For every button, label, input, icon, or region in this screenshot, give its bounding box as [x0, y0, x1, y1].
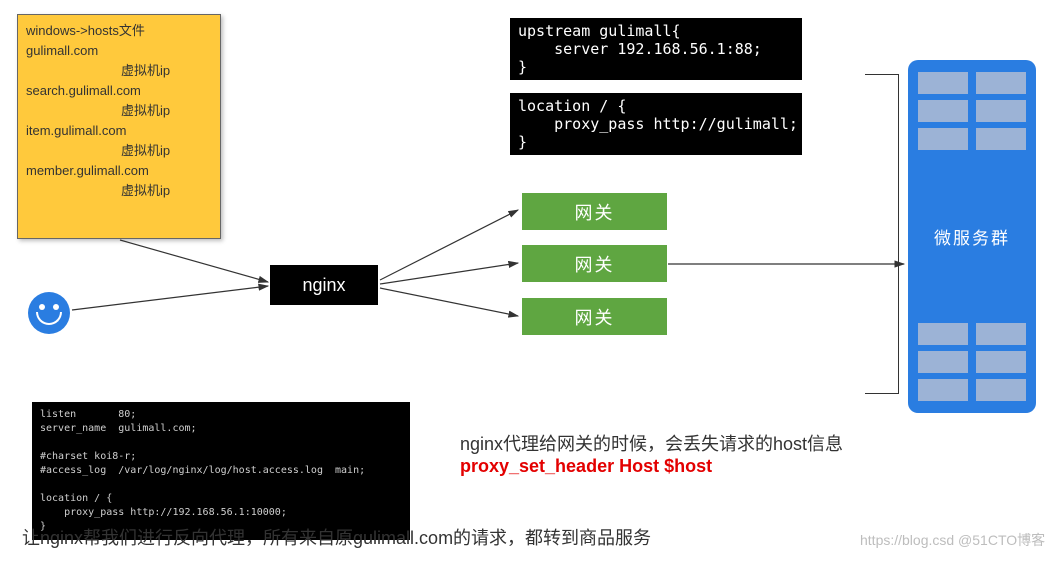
- hosts-title: windows->hosts文件: [26, 21, 212, 41]
- cluster-cells-bottom: [918, 323, 1026, 401]
- service-cell: [918, 72, 968, 94]
- service-cell: [976, 100, 1026, 122]
- nginx-location-code: location / { proxy_pass http://gulimall;…: [510, 93, 802, 155]
- watermark-text: https://blog.csd @51CTO博客: [860, 530, 1045, 550]
- hosts-line: search.gulimall.com: [26, 81, 212, 101]
- microservice-cluster: 微服务群: [908, 60, 1036, 413]
- hosts-line: item.gulimall.com: [26, 121, 212, 141]
- service-cell: [976, 128, 1026, 150]
- service-cell: [918, 323, 968, 345]
- nginx-node: nginx: [270, 265, 378, 305]
- service-cell: [976, 351, 1026, 373]
- cluster-label: 微服务群: [918, 224, 1026, 249]
- to-cluster-bracket: [865, 74, 899, 394]
- service-cell: [918, 379, 968, 401]
- gateway-node-2: 网关: [522, 245, 667, 282]
- service-cell: [976, 323, 1026, 345]
- cluster-cells-top: [918, 72, 1026, 150]
- gateway-node-3: 网关: [522, 298, 667, 335]
- hosts-file-note: windows->hosts文件 gulimall.com 虚拟机ip sear…: [17, 14, 221, 239]
- hosts-line: member.gulimall.com: [26, 161, 212, 181]
- service-cell: [976, 72, 1026, 94]
- hosts-line: gulimall.com: [26, 41, 212, 61]
- hosts-line: 虚拟机ip: [26, 181, 212, 201]
- hosts-line: 虚拟机ip: [26, 61, 212, 81]
- caption-host-loss: nginx代理给网关的时候，会丢失请求的host信息: [460, 430, 843, 456]
- service-cell: [918, 100, 968, 122]
- gateway-node-1: 网关: [522, 193, 667, 230]
- service-cell: [976, 379, 1026, 401]
- nginx-upstream-code: upstream gulimall{ server 192.168.56.1:8…: [510, 18, 802, 80]
- service-cell: [918, 351, 968, 373]
- hosts-line: 虚拟机ip: [26, 141, 212, 161]
- service-cell: [918, 128, 968, 150]
- user-icon: [28, 292, 70, 334]
- caption-bottom: 让nginx帮我们进行反向代理，所有来自原gulimall.com的请求，都转到…: [22, 524, 651, 550]
- caption-proxy-set-header: proxy_set_header Host $host: [460, 456, 712, 477]
- hosts-line: 虚拟机ip: [26, 101, 212, 121]
- nginx-server-code: listen 80; server_name gulimall.com; #ch…: [32, 402, 410, 540]
